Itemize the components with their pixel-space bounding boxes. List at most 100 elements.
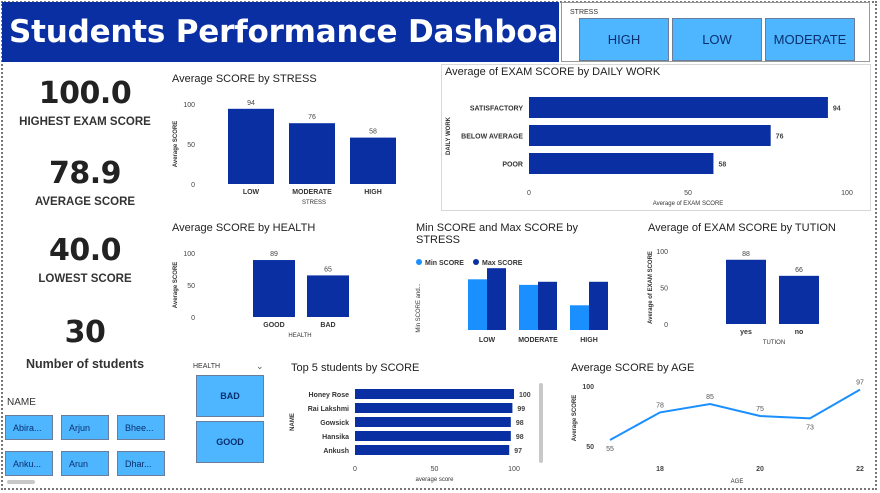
data-label: 66 xyxy=(795,267,803,274)
kpi-lowest-value: 40.0 xyxy=(48,233,122,268)
top5-scrollbar xyxy=(539,383,543,463)
data-label: 97 xyxy=(514,448,522,455)
kpi-average-label: AVERAGE SCORE xyxy=(34,196,136,208)
name-item-arjun[interactable]: Arjun xyxy=(61,415,109,440)
stress-option-low[interactable]: LOW xyxy=(672,18,762,61)
data-label: 73 xyxy=(806,424,814,431)
y-tick-label: 50 xyxy=(187,142,195,149)
x-tick-label: LOW xyxy=(243,189,260,196)
kpi-highest-label: HIGHEST EXAM SCORE xyxy=(19,116,151,128)
name-slicer-scrollbar[interactable] xyxy=(7,480,35,484)
x-tick-label: 100 xyxy=(508,466,520,473)
y-axis-label: DAILY WORK xyxy=(446,116,452,155)
health-bar-chart: 0 50 100 Average SCORE 89 GOOD 65 BAD HEALTH xyxy=(173,251,349,339)
chevron-down-icon[interactable]: ⌄ xyxy=(256,361,264,372)
daily-work-chart-title: Average of EXAM SCORE by DAILY WORK xyxy=(445,66,661,78)
data-label: 99 xyxy=(517,406,525,413)
x-tick-label: GOOD xyxy=(263,322,284,329)
y-tick-label: 50 xyxy=(187,283,195,290)
y-tick-label: 100 xyxy=(183,251,195,258)
bar xyxy=(519,284,538,330)
data-label: 97 xyxy=(856,380,864,387)
kpi-lowest-label: LOWEST SCORE xyxy=(38,273,132,285)
data-label: 55 xyxy=(606,446,614,453)
age-chart-title: Average SCORE by AGE xyxy=(571,362,695,374)
name-item-bheem[interactable]: Bhee... xyxy=(117,415,165,440)
x-tick-label: HIGH xyxy=(580,337,598,344)
data-label: 65 xyxy=(324,266,332,273)
x-tick-label: 0 xyxy=(527,190,531,197)
y-tick-label: 0 xyxy=(664,322,668,329)
stress-slicer: STRESS HIGH LOW MODERATE xyxy=(561,2,870,62)
health-option-good[interactable]: GOOD xyxy=(196,421,264,463)
bar xyxy=(355,445,510,455)
bar xyxy=(529,125,771,146)
y-tick-label: POOR xyxy=(502,162,523,169)
y-tick-label: 100 xyxy=(656,249,668,256)
y-tick-label: 50 xyxy=(586,444,594,451)
x-tick-label: 18 xyxy=(656,466,664,473)
name-item-abira[interactable]: Abira... xyxy=(5,415,53,440)
legend-label: Max SCORE xyxy=(482,260,523,267)
x-tick-label: MODERATE xyxy=(292,189,332,196)
x-axis-label: STRESS xyxy=(302,200,326,206)
y-tick-label: BELOW AVERAGE xyxy=(461,134,523,141)
data-label: 94 xyxy=(833,106,841,113)
x-tick-label: LOW xyxy=(479,337,496,344)
bar xyxy=(468,279,487,330)
tution-bar-chart: 0 50 100Average of EXAM SCORE 88 yes 66 no TUTI… xyxy=(648,249,819,346)
name-item-arun[interactable]: Arun xyxy=(61,451,109,476)
y-axis-label: NAME xyxy=(290,413,296,431)
data-label: 76 xyxy=(776,134,784,141)
bar xyxy=(228,108,274,184)
name-item-dhar[interactable]: Dhar... xyxy=(117,451,165,476)
age-series-line xyxy=(609,388,861,441)
bar xyxy=(570,305,589,330)
bar xyxy=(355,417,511,427)
x-tick-label: 50 xyxy=(684,190,692,197)
x-axis-label: HEALTH xyxy=(288,333,311,339)
data-label: 75 xyxy=(756,406,764,413)
x-axis-label: AGE xyxy=(731,479,744,485)
stress-chart-title: Average SCORE by STRESS xyxy=(172,73,317,85)
kpi-highest-value: 100.0 xyxy=(38,76,132,111)
minmax-bar-chart: Min SCORE Max SCORE Min SCORE and... LOW MOD… xyxy=(416,259,608,344)
stress-option-moderate[interactable]: MODERATE xyxy=(765,18,855,61)
x-tick-label: 50 xyxy=(431,466,439,473)
stress-bar-chart: 0 50 100 Average SCORE 94 LOW 76 MODERATE 58 HIGH… xyxy=(173,100,396,206)
data-label: 98 xyxy=(516,420,524,427)
top5-chart-title: Top 5 students by SCORE xyxy=(291,362,420,374)
y-tick-label: Honey Rose xyxy=(309,392,350,399)
legend-marker xyxy=(416,259,422,265)
y-tick-label: 0 xyxy=(191,315,195,322)
x-tick-label: 0 xyxy=(353,466,357,473)
y-tick-label: Hansika xyxy=(322,434,349,441)
y-axis-label: Average SCORE xyxy=(173,121,179,167)
bar xyxy=(538,281,557,330)
x-tick-label: yes xyxy=(740,329,752,336)
name-item-ankush[interactable]: Anku... xyxy=(5,451,53,476)
y-axis-label: Average SCORE xyxy=(572,395,578,441)
y-tick-label: Rai Lakshmi xyxy=(308,406,349,413)
x-axis-label: average score xyxy=(415,477,454,483)
y-tick-label: Ankush xyxy=(323,448,349,455)
y-axis-label: Min SCORE and... xyxy=(416,283,422,333)
minmax-chart-title: Min SCORE and Max SCORE by STRESS xyxy=(416,222,578,246)
kpi-count-label: Number of students xyxy=(25,357,145,371)
bar xyxy=(779,275,819,324)
data-label: 58 xyxy=(718,162,726,169)
bar xyxy=(350,137,396,184)
page-title: Students Performance Dashboard xyxy=(2,2,595,62)
x-tick-label: 20 xyxy=(756,466,764,473)
health-option-bad[interactable]: BAD xyxy=(196,375,264,417)
bar xyxy=(289,123,335,184)
stress-option-high[interactable]: HIGH xyxy=(579,18,669,61)
bar xyxy=(307,275,349,317)
bar xyxy=(529,153,714,174)
x-tick-label: MODERATE xyxy=(518,337,558,344)
kpi-average-value: 78.9 xyxy=(48,156,122,191)
data-label: 100 xyxy=(519,392,531,399)
y-tick-label: 100 xyxy=(582,384,594,391)
data-label: 78 xyxy=(656,402,664,409)
kpi-count-value: 30 xyxy=(64,315,106,350)
